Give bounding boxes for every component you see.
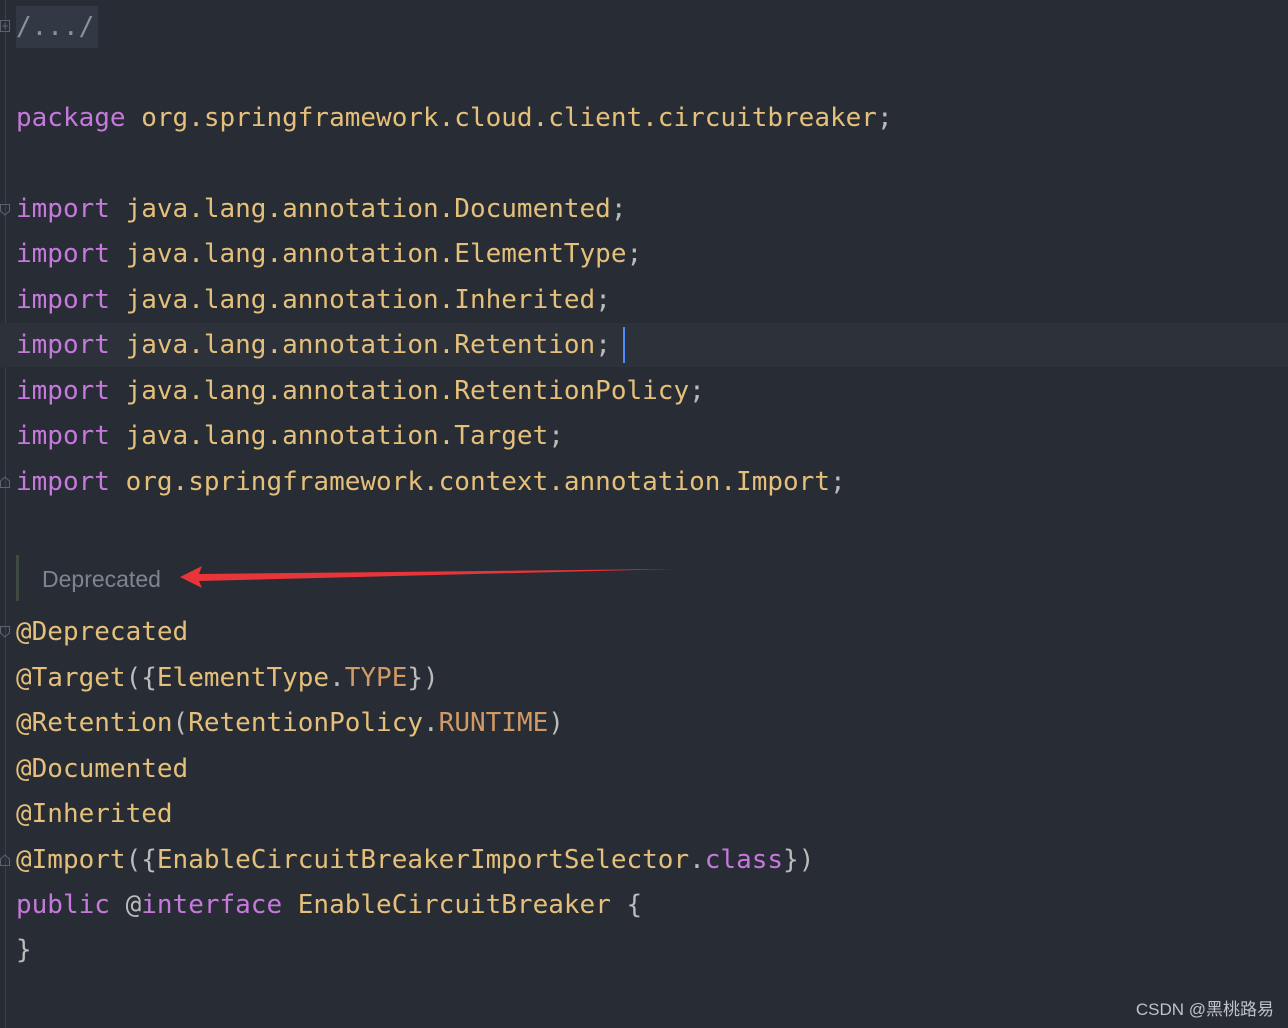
text-caret [623, 327, 625, 363]
fold-expand-icon[interactable] [0, 20, 10, 32]
annotation-documented: @Documented [16, 754, 189, 784]
element-type: ElementType [156, 663, 330, 693]
annotation-target: @Target [16, 663, 126, 693]
const-runtime: RUNTIME [438, 708, 549, 738]
interface-declaration-line: public @interface EnableCircuitBreaker { [16, 885, 642, 925]
import-name: java.lang.annotation.Retention [125, 330, 596, 360]
semicolon: ; [689, 376, 705, 406]
import-keyword: import [16, 194, 110, 224]
import-name: java.lang.annotation.ElementType [125, 239, 627, 269]
import-line: import java.lang.annotation.Inherited; [16, 280, 611, 320]
import-name: java.lang.annotation.RetentionPolicy [125, 376, 690, 406]
documented-annotation-line: @Documented [16, 749, 188, 789]
import-name: java.lang.annotation.Target [125, 421, 549, 451]
deprecated-inlay-hint[interactable]: Deprecated [42, 560, 161, 598]
code-editor[interactable]: /.../ package org.springframework.cloud.… [0, 0, 1288, 1028]
annotation-deprecated: @Deprecated [16, 617, 189, 647]
public-keyword: public [16, 890, 110, 920]
retention-annotation-line: @Retention(RetentionPolicy.RUNTIME) [16, 703, 564, 743]
import-line: import java.lang.annotation.RetentionPol… [16, 371, 705, 411]
at-sign: @ [125, 890, 142, 920]
paren-open: ({ [125, 663, 157, 693]
semicolon: ; [595, 285, 611, 315]
import-annotation-line: @Import({EnableCircuitBreakerImportSelec… [16, 840, 814, 880]
import-line: import java.lang.annotation.ElementType; [16, 234, 642, 274]
inherited-annotation-line: @Inherited [16, 794, 173, 834]
interface-name: EnableCircuitBreaker [297, 890, 611, 920]
semicolon: ; [610, 194, 627, 224]
import-line: import java.lang.annotation.Documented; [16, 189, 627, 229]
import-keyword: import [16, 285, 110, 315]
import-keyword: import [16, 239, 110, 269]
watermark: CSDN @黑桃路易 [1135, 1000, 1274, 1019]
dot: . [329, 663, 345, 693]
paren-close: }) [407, 663, 439, 693]
inlay-hint-bar [16, 555, 19, 601]
import-name: org.springframework.context.annotation.I… [125, 467, 830, 497]
const-type: TYPE [344, 663, 408, 693]
import-name: java.lang.annotation.Inherited [125, 285, 596, 315]
class-keyword: class [704, 845, 784, 875]
annotation-import: @Import [16, 845, 126, 875]
package-name: org.springframework.cloud.client.circuit… [141, 103, 877, 133]
package-keyword: package [16, 103, 126, 133]
import-keyword: import [16, 421, 110, 451]
semicolon: ; [595, 330, 611, 360]
gutter-divider [5, 0, 6, 1028]
import-line: import org.springframework.context.annot… [16, 462, 846, 502]
import-keyword: import [16, 330, 110, 360]
import-keyword: import [16, 376, 110, 406]
closing-brace-line: } [16, 930, 32, 970]
semicolon: ; [876, 103, 893, 133]
brace-close: } [16, 935, 32, 965]
fold-collapse-icon[interactable] [0, 204, 10, 216]
import-name: java.lang.annotation.Documented [125, 194, 611, 224]
selector-class: EnableCircuitBreakerImportSelector [156, 845, 690, 875]
retention-policy: RetentionPolicy [188, 708, 424, 738]
package-line: package org.springframework.cloud.client… [16, 98, 893, 138]
dot: . [689, 845, 705, 875]
semicolon: ; [626, 239, 643, 269]
annotation-inherited: @Inherited [16, 799, 173, 829]
paren-close: ) [548, 708, 564, 738]
deprecated-annotation-line: @Deprecated [16, 612, 188, 652]
import-line: import java.lang.annotation.Target; [16, 416, 564, 456]
red-arrow-icon [180, 566, 675, 588]
paren-open: ( [172, 708, 189, 738]
fold-collapse-icon[interactable] [0, 626, 10, 638]
fold-end-icon[interactable] [0, 854, 10, 866]
fold-end-icon[interactable] [0, 476, 10, 488]
import-line: import java.lang.annotation.Retention; [16, 325, 611, 365]
paren-close: }) [783, 845, 815, 875]
annotation-retention: @Retention [16, 708, 173, 738]
dot: . [423, 708, 439, 738]
import-keyword: import [16, 467, 110, 497]
collapsed-header-comment[interactable]: /.../ [16, 6, 99, 48]
brace-open: { [626, 890, 643, 920]
paren-open: ({ [125, 845, 157, 875]
semicolon: ; [829, 467, 846, 497]
target-annotation-line: @Target({ElementType.TYPE}) [16, 658, 439, 698]
semicolon: ; [548, 421, 564, 451]
interface-keyword: interface [141, 890, 283, 920]
